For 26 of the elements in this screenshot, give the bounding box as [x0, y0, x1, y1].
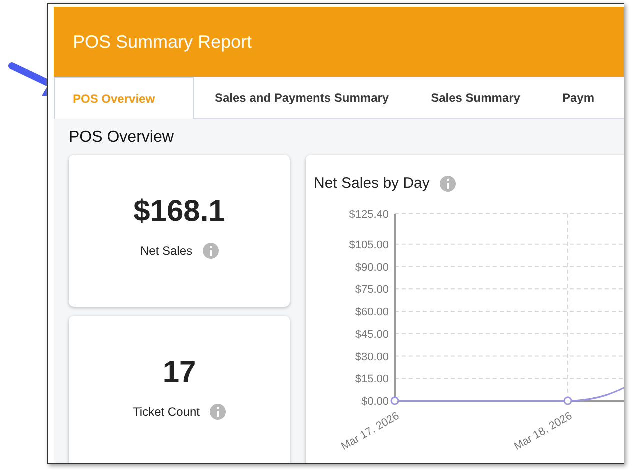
tab[interactable]: Paym: [541, 77, 616, 119]
data-point: [390, 396, 400, 406]
tab[interactable]: Sales Summary: [410, 77, 542, 119]
info-icon[interactable]: [202, 243, 219, 259]
y-tick-label: $90.00: [355, 262, 389, 274]
report-title: POS Summary Report: [73, 32, 252, 52]
y-tick-label: $30.00: [355, 351, 389, 364]
x-tick-label: Mar 17, 2026: [339, 410, 402, 453]
y-tick-label: $45.00: [355, 328, 389, 341]
info-icon[interactable]: [210, 404, 226, 420]
section-title: POS Overview: [69, 129, 175, 147]
y-tick-label: $0.00: [361, 396, 389, 408]
kpi-label: Net Sales: [140, 244, 193, 258]
chart-title: Net Sales by Day: [314, 175, 430, 192]
y-tick-label: $60.00: [355, 306, 389, 319]
x-tick-label: Mar 18, 2026: [512, 410, 574, 453]
kpi-value: $168.1: [134, 195, 226, 229]
kpi-label: Ticket Count: [133, 405, 200, 419]
info-icon[interactable]: [440, 176, 456, 192]
data-point: [564, 396, 572, 406]
y-tick-label: $15.00: [355, 374, 389, 386]
tab[interactable]: Sales and Payments Summary: [194, 77, 410, 119]
y-tick-label: $105.00: [349, 239, 389, 252]
y-tick-label: $125.40: [349, 209, 389, 221]
y-tick-label: $75.00: [355, 284, 389, 296]
kpi-value: 17: [162, 356, 196, 390]
